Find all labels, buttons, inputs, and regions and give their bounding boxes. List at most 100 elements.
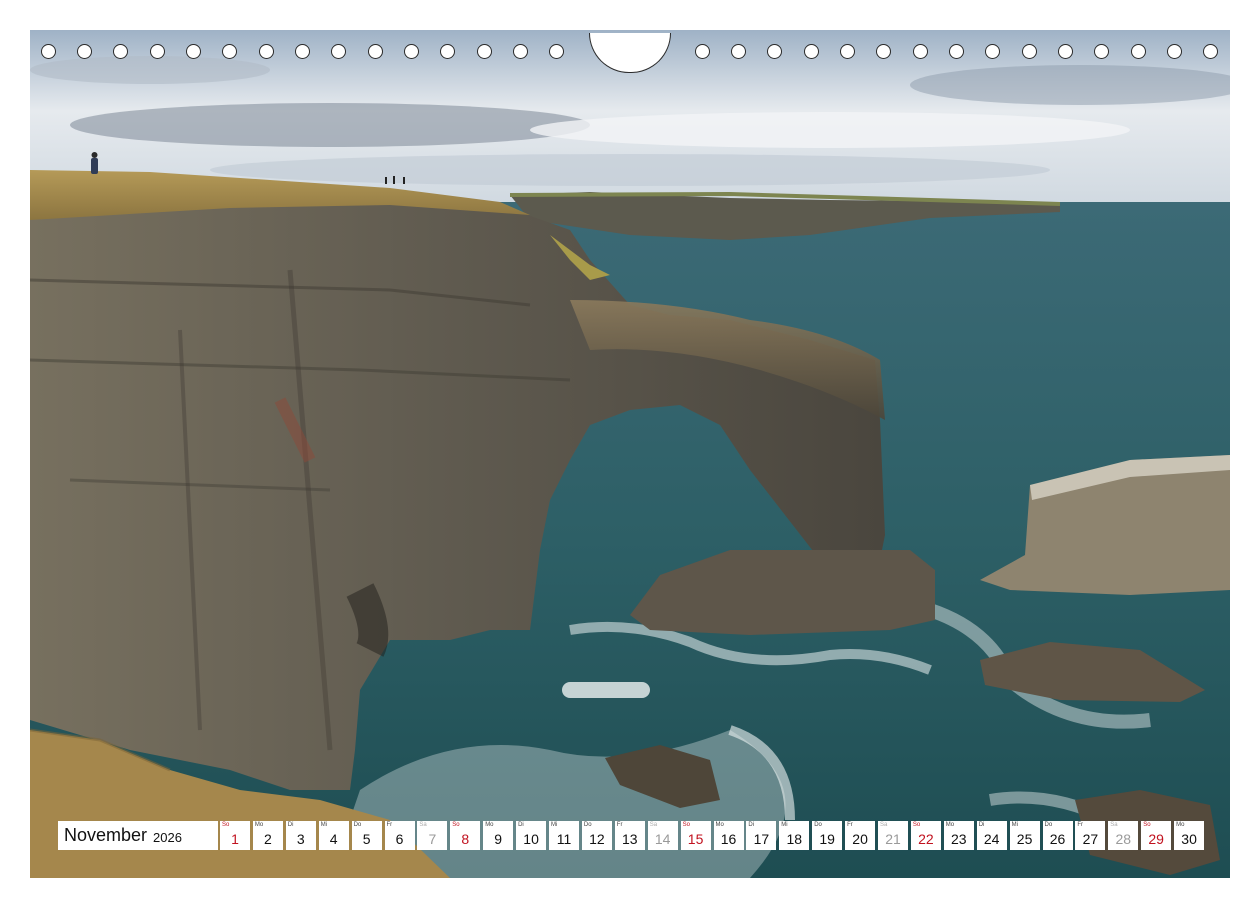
day-number: 23 [951, 831, 967, 847]
binding-hole [440, 44, 455, 59]
day-weekday: Mi [781, 822, 788, 828]
binding-hole [113, 44, 128, 59]
day-cell: So 15 [680, 821, 711, 850]
day-cell: Mo 23 [943, 821, 974, 850]
day-cell: Di 10 [516, 821, 547, 850]
coastal-arch-photo [30, 30, 1230, 878]
binding-hole [259, 44, 274, 59]
day-number: 29 [1148, 831, 1164, 847]
day-cell: Do 26 [1042, 821, 1073, 850]
day-cell: Mo 2 [252, 821, 283, 850]
month-name: November [64, 825, 148, 845]
day-number: 30 [1181, 831, 1197, 847]
day-weekday: Fr [386, 822, 393, 828]
day-cell: Mo 30 [1174, 821, 1205, 850]
binding-hole [331, 44, 346, 59]
day-weekday: Do [814, 822, 822, 828]
day-weekday: Sa [649, 822, 658, 828]
month-label: November 2026 [58, 821, 218, 850]
binding-hole [731, 44, 746, 59]
day-number: 1 [231, 831, 239, 847]
day-number: 7 [428, 831, 437, 847]
binding-hole [876, 44, 891, 59]
day-weekday: Di [518, 822, 524, 828]
binding-hole [368, 44, 383, 59]
month-year: 2026 [153, 829, 182, 845]
day-cell: Mo 16 [713, 821, 744, 850]
day-cell: Sa 7 [417, 821, 448, 850]
day-number: 9 [494, 831, 503, 847]
day-number: 6 [395, 831, 404, 847]
day-weekday: Mo [945, 822, 955, 828]
day-cell: Fr 13 [614, 821, 645, 850]
day-weekday: Fr [616, 822, 623, 828]
day-weekday: Fr [847, 822, 853, 828]
day-number: 10 [523, 831, 539, 847]
day-weekday: Di [978, 822, 985, 828]
day-number: 2 [263, 831, 272, 847]
day-cell: Mi 11 [549, 821, 579, 850]
day-weekday: Di [748, 822, 755, 828]
day-number: 3 [296, 831, 305, 847]
day-number: 17 [753, 831, 770, 847]
day-cell: Di 24 [976, 821, 1007, 850]
day-weekday: So [222, 822, 230, 828]
binding-hole [767, 44, 782, 59]
day-number: 13 [622, 831, 638, 847]
day-cell: Di 17 [746, 821, 777, 850]
binding-hole [1022, 44, 1037, 59]
day-cell: Do 19 [812, 821, 843, 850]
day-cell: Sa 28 [1108, 821, 1139, 850]
binding-hole [186, 44, 201, 59]
day-number: 27 [1082, 831, 1099, 847]
day-cell: Do 12 [581, 821, 612, 850]
day-cell: Sa 21 [878, 821, 908, 850]
binding-hole [695, 44, 710, 59]
day-weekday: Mo [254, 822, 264, 828]
day-cell: Di 3 [285, 821, 316, 850]
day-cell: So 22 [910, 821, 941, 850]
day-cell: Mi 18 [779, 821, 810, 850]
day-number: 14 [654, 831, 671, 847]
day-number: 20 [852, 831, 868, 847]
binding-hole [949, 44, 964, 59]
day-weekday: Do [583, 822, 592, 828]
day-weekday: Mi [551, 822, 558, 828]
calendar-page: November 2026 So 1 Mo 2 Di 3 Mi 4 Do 5 Fr 6 Sa 7 So 8 Mo… [0, 0, 1260, 908]
day-weekday: So [452, 822, 460, 828]
day-number: 25 [1016, 831, 1033, 847]
binding-hole [77, 44, 92, 59]
day-number: 18 [786, 831, 803, 847]
day-number: 8 [461, 831, 470, 847]
day-weekday: Do [1044, 822, 1053, 828]
binding-hole [549, 44, 564, 59]
day-number: 24 [983, 831, 1000, 847]
binding-hole [150, 44, 165, 59]
day-cell: Fr 27 [1075, 821, 1106, 850]
day-cell: Mi 4 [318, 821, 349, 850]
day-weekday: Mo [485, 822, 494, 828]
day-number: 12 [589, 831, 605, 847]
binding-hole [1094, 44, 1109, 59]
day-weekday: Sa [880, 822, 888, 828]
day-cell: So 29 [1141, 821, 1172, 850]
day-number: 5 [362, 831, 371, 847]
day-number: 22 [918, 831, 934, 847]
day-number: 28 [1115, 831, 1132, 847]
day-cell: So 8 [450, 821, 481, 850]
day-weekday: Fr [1077, 822, 1084, 828]
calendar-strip: November 2026 So 1 Mo 2 Di 3 Mi 4 Do 5 Fr 6 Sa 7 So 8 Mo… [58, 821, 1205, 850]
binding-hole [1058, 44, 1073, 59]
day-weekday: Sa [1110, 822, 1118, 828]
binding-hole [1203, 44, 1218, 59]
day-number: 4 [329, 831, 338, 847]
day-weekday: So [1143, 822, 1151, 828]
binding-hole [840, 44, 855, 59]
day-number: 11 [556, 831, 572, 847]
day-weekday: Sa [419, 822, 427, 828]
day-weekday: So [912, 822, 921, 828]
binding-hole [985, 44, 1000, 59]
binding-hole [477, 44, 492, 59]
day-number: 19 [819, 831, 835, 847]
binding-hole [1167, 44, 1182, 59]
